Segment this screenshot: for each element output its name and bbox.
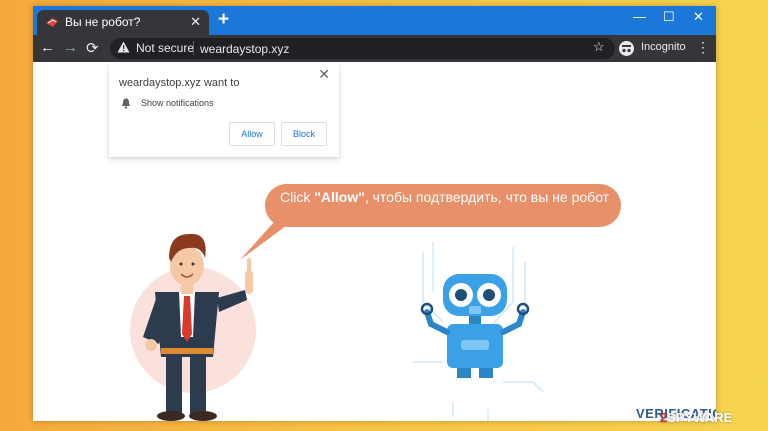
reload-button[interactable]: ⟳ bbox=[86, 39, 99, 57]
bell-icon bbox=[122, 98, 130, 109]
block-button[interactable]: Block bbox=[281, 122, 327, 146]
show-notifications-text: Show notifications bbox=[141, 98, 214, 108]
maximize-button[interactable]: ☐ bbox=[663, 9, 675, 25]
popup-title: weardaystop.xyz want to bbox=[119, 77, 240, 89]
tab-close-icon[interactable]: ✕ bbox=[190, 14, 201, 30]
tab-title: Вы не робот? bbox=[65, 15, 141, 29]
address-bar[interactable]: Not secure weardaystop.xyz bbox=[110, 38, 615, 59]
url-text[interactable]: weardaystop.xyz bbox=[200, 42, 289, 56]
watermark: 2SPYWARE bbox=[660, 410, 733, 425]
notification-permission-popup: weardaystop.xyz want to ✕ Show notificat… bbox=[109, 62, 339, 157]
new-tab-button[interactable]: + bbox=[218, 9, 229, 31]
popup-close-icon[interactable]: ✕ bbox=[318, 66, 330, 83]
incognito-label: Incognito bbox=[641, 41, 686, 53]
incognito-icon[interactable] bbox=[619, 41, 634, 56]
not-secure-label: Not secure bbox=[136, 41, 195, 55]
omnibox-divider bbox=[193, 41, 194, 55]
browser-window: Вы не робот? ✕ + — ☐ ✕ ← → ⟳ Not secure … bbox=[33, 6, 716, 421]
minimize-button[interactable]: — bbox=[633, 9, 646, 24]
warning-icon bbox=[117, 41, 130, 53]
window-close-button[interactable]: ✕ bbox=[693, 9, 704, 25]
speech-bubble-text: Click "Allow", чтобы подтвердить, что вы… bbox=[280, 189, 610, 205]
allow-button[interactable]: Allow bbox=[229, 122, 275, 146]
forward-button[interactable]: → bbox=[63, 39, 78, 56]
menu-button[interactable]: ⋮ bbox=[696, 39, 710, 56]
tab-bar: Вы не робот? ✕ + — ☐ ✕ bbox=[33, 6, 716, 35]
back-button[interactable]: ← bbox=[40, 39, 55, 56]
tab-active[interactable]: Вы не робот? ✕ bbox=[37, 10, 209, 35]
star-icon[interactable]: ☆ bbox=[593, 39, 605, 55]
toolbar: ← → ⟳ Not secure weardaystop.xyz ☆ Incog… bbox=[33, 35, 716, 62]
page-content: weardaystop.xyz want to ✕ Show notificat… bbox=[33, 62, 716, 421]
favicon bbox=[46, 18, 58, 27]
